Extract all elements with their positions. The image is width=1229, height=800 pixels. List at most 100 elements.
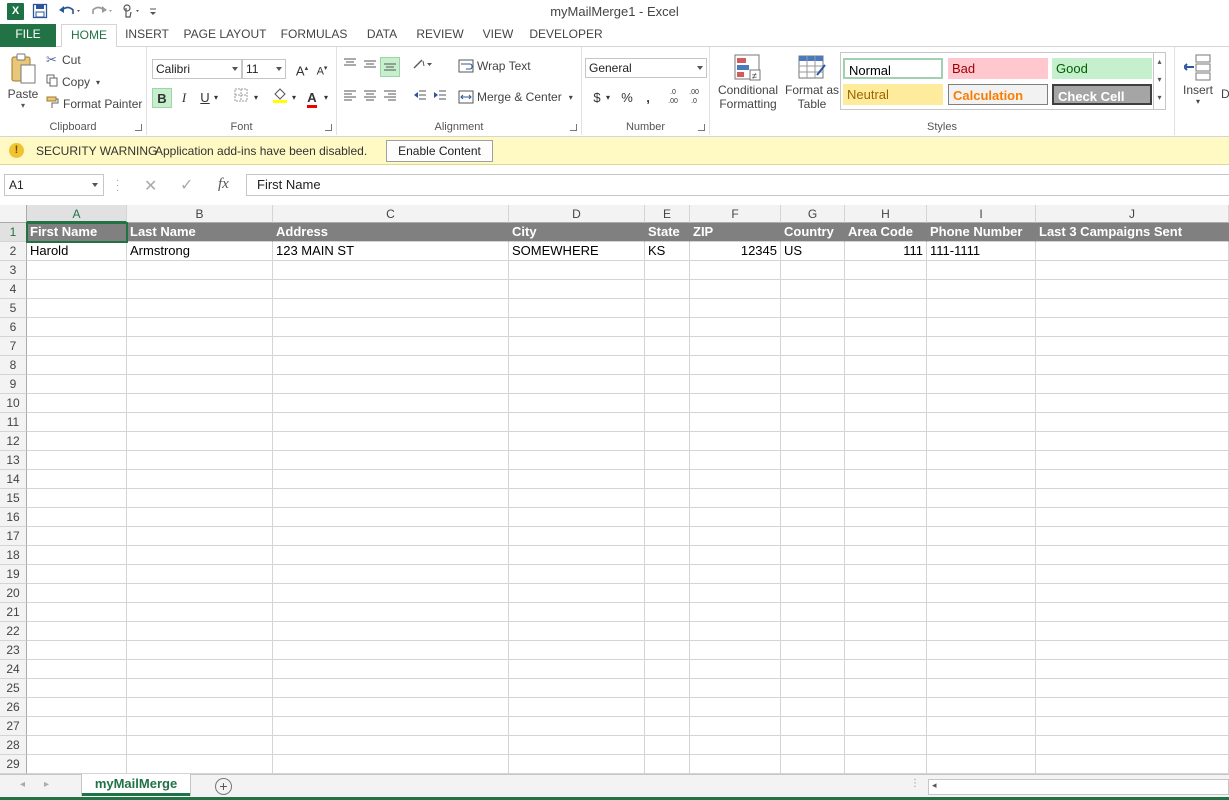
empty-cell[interactable] <box>690 432 781 451</box>
empty-cell[interactable] <box>645 299 690 318</box>
empty-cell[interactable] <box>690 584 781 603</box>
empty-cell[interactable] <box>127 261 273 280</box>
header-cell[interactable]: Phone Number <box>927 223 1036 242</box>
empty-cell[interactable] <box>927 432 1036 451</box>
empty-cell[interactable] <box>927 261 1036 280</box>
empty-cell[interactable] <box>845 356 927 375</box>
empty-cell[interactable] <box>927 755 1036 774</box>
empty-cell[interactable] <box>927 679 1036 698</box>
tab-review[interactable]: REVIEW <box>413 24 467 47</box>
empty-cell[interactable] <box>645 394 690 413</box>
empty-cell[interactable] <box>845 755 927 774</box>
empty-cell[interactable] <box>273 299 509 318</box>
empty-cell[interactable] <box>127 451 273 470</box>
empty-cell[interactable] <box>27 698 127 717</box>
column-header-d[interactable]: D <box>509 205 645 223</box>
tab-formulas[interactable]: FORMULAS <box>279 24 349 47</box>
empty-cell[interactable] <box>127 736 273 755</box>
empty-cell[interactable] <box>1036 470 1229 489</box>
empty-cell[interactable] <box>690 413 781 432</box>
header-cell[interactable]: First Name <box>26 222 128 243</box>
borders-dropdown-icon[interactable]: ▾ <box>251 88 261 108</box>
percent-button[interactable]: % <box>617 88 637 108</box>
empty-cell[interactable] <box>1036 546 1229 565</box>
format-as-table-button[interactable]: Format as Table <box>784 53 840 119</box>
italic-button[interactable]: I <box>174 88 194 108</box>
grow-font-button[interactable]: A▴ <box>292 59 312 79</box>
decrease-indent-button[interactable] <box>410 88 430 108</box>
empty-cell[interactable] <box>1036 337 1229 356</box>
empty-cell[interactable] <box>509 318 645 337</box>
empty-cell[interactable] <box>273 261 509 280</box>
empty-cell[interactable] <box>27 755 127 774</box>
empty-cell[interactable] <box>27 717 127 736</box>
column-header-b[interactable]: B <box>127 205 273 223</box>
empty-cell[interactable] <box>690 641 781 660</box>
name-box-dropdown-icon[interactable] <box>92 183 98 187</box>
empty-cell[interactable] <box>27 299 127 318</box>
empty-cell[interactable] <box>781 565 845 584</box>
empty-cell[interactable] <box>509 280 645 299</box>
empty-cell[interactable] <box>927 527 1036 546</box>
sheet-next-icon[interactable]: ▸ <box>44 779 49 790</box>
empty-cell[interactable] <box>781 546 845 565</box>
empty-cell[interactable] <box>845 584 927 603</box>
style-neutral[interactable]: Neutral <box>843 84 943 105</box>
empty-cell[interactable] <box>927 356 1036 375</box>
row-header[interactable]: 25 <box>0 679 27 698</box>
empty-cell[interactable] <box>127 660 273 679</box>
empty-cell[interactable] <box>690 337 781 356</box>
empty-cell[interactable] <box>127 755 273 774</box>
empty-cell[interactable] <box>845 565 927 584</box>
empty-cell[interactable] <box>509 451 645 470</box>
empty-cell[interactable] <box>845 679 927 698</box>
empty-cell[interactable] <box>927 660 1036 679</box>
empty-cell[interactable] <box>27 736 127 755</box>
empty-cell[interactable] <box>1036 584 1229 603</box>
empty-cell[interactable] <box>690 603 781 622</box>
header-cell[interactable]: Last 3 Campaigns Sent <box>1036 223 1229 242</box>
empty-cell[interactable] <box>845 660 927 679</box>
empty-cell[interactable] <box>690 508 781 527</box>
empty-cell[interactable] <box>781 318 845 337</box>
empty-cell[interactable] <box>645 432 690 451</box>
empty-cell[interactable] <box>273 546 509 565</box>
paste-button[interactable]: Paste ▾ <box>6 53 40 115</box>
row-header[interactable]: 14 <box>0 470 27 489</box>
empty-cell[interactable] <box>845 451 927 470</box>
empty-cell[interactable] <box>1036 318 1229 337</box>
empty-cell[interactable] <box>273 318 509 337</box>
empty-cell[interactable] <box>645 736 690 755</box>
empty-cell[interactable] <box>273 451 509 470</box>
paste-dropdown-icon[interactable]: ▾ <box>21 101 25 110</box>
empty-cell[interactable] <box>690 299 781 318</box>
empty-cell[interactable] <box>27 356 127 375</box>
empty-cell[interactable] <box>927 641 1036 660</box>
empty-cell[interactable] <box>273 280 509 299</box>
align-center-button[interactable] <box>360 88 380 108</box>
tab-file[interactable]: FILE <box>0 24 56 47</box>
empty-cell[interactable] <box>127 641 273 660</box>
empty-cell[interactable] <box>273 755 509 774</box>
empty-cell[interactable] <box>781 622 845 641</box>
row-header[interactable]: 12 <box>0 432 27 451</box>
empty-cell[interactable] <box>509 679 645 698</box>
row-header[interactable]: 4 <box>0 280 27 299</box>
empty-cell[interactable] <box>690 451 781 470</box>
empty-cell[interactable] <box>509 736 645 755</box>
empty-cell[interactable] <box>845 546 927 565</box>
empty-cell[interactable] <box>645 755 690 774</box>
font-color-button[interactable]: A <box>302 88 322 108</box>
empty-cell[interactable] <box>781 432 845 451</box>
empty-cell[interactable] <box>273 375 509 394</box>
empty-cell[interactable] <box>27 375 127 394</box>
empty-cell[interactable] <box>845 717 927 736</box>
empty-cell[interactable] <box>27 470 127 489</box>
empty-cell[interactable] <box>690 356 781 375</box>
empty-cell[interactable] <box>1036 641 1229 660</box>
copy-button[interactable]: Copy ▾ <box>46 74 100 90</box>
empty-cell[interactable] <box>781 679 845 698</box>
row-header[interactable]: 23 <box>0 641 27 660</box>
empty-cell[interactable] <box>690 261 781 280</box>
empty-cell[interactable] <box>27 603 127 622</box>
